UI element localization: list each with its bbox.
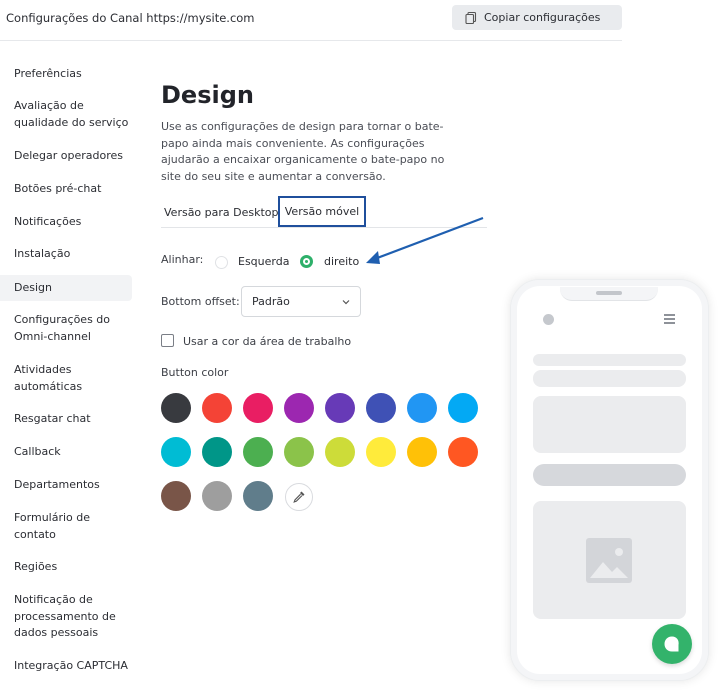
eyedropper-icon[interactable] [285, 483, 313, 511]
align-left-label[interactable]: Esquerda [238, 255, 289, 268]
color-swatch[interactable] [325, 393, 355, 423]
image-placeholder-icon [586, 538, 632, 583]
placeholder-line [533, 354, 686, 366]
color-swatch[interactable] [448, 393, 478, 423]
color-swatch[interactable] [161, 393, 191, 423]
channel-title: Configurações do Canal https://mysite.co… [6, 11, 255, 25]
align-label: Alinhar: [161, 253, 204, 266]
align-right-label[interactable]: direito [324, 255, 359, 268]
tab-mobile[interactable]: Versão móvel [278, 196, 366, 227]
color-swatch[interactable] [284, 437, 314, 467]
color-swatch[interactable] [202, 437, 232, 467]
sidebar-item-design[interactable]: Design [0, 275, 132, 301]
chat-launcher-button[interactable] [652, 624, 692, 664]
sidebar-item-departamentos[interactable]: Departamentos [0, 477, 132, 494]
sidebar-item-formulario-contato[interactable]: Formulário de contato [0, 510, 132, 543]
phone-speaker [596, 291, 622, 295]
color-swatch[interactable] [161, 481, 191, 511]
workspace-color-label[interactable]: Usar a cor da área de trabalho [183, 335, 351, 348]
hamburger-icon [664, 314, 675, 324]
color-swatch[interactable] [366, 393, 396, 423]
copy-settings-label: Copiar configurações [484, 11, 601, 24]
annotation-arrow [366, 216, 484, 264]
sidebar-item-integracao-captcha[interactable]: Integração CAPTCHA [0, 658, 132, 675]
placeholder-bar [533, 464, 686, 486]
color-swatch[interactable] [407, 437, 437, 467]
color-swatch[interactable] [202, 481, 232, 511]
color-swatch[interactable] [366, 437, 396, 467]
workspace-color-checkbox[interactable] [161, 334, 174, 347]
chat-bubble-icon [664, 636, 679, 652]
color-swatch[interactable] [243, 437, 273, 467]
bottom-offset-value: Padrão [252, 295, 290, 308]
sidebar-item-omni-channel[interactable]: Configurações do Omni-channel [0, 312, 132, 345]
placeholder-card [533, 396, 686, 453]
copy-icon [464, 11, 478, 25]
page-title: Design [161, 81, 254, 109]
page-description: Use as configurações de design para torn… [161, 120, 445, 183]
tab-desktop[interactable]: Versão para Desktop [164, 198, 279, 227]
sidebar-item-callback[interactable]: Callback [0, 444, 132, 461]
align-right-radio[interactable] [300, 255, 313, 268]
sidebar-item-regioes[interactable]: Regiões [0, 559, 132, 576]
color-swatch[interactable] [448, 437, 478, 467]
chevron-down-icon [342, 296, 350, 305]
color-swatch[interactable] [243, 481, 273, 511]
placeholder-avatar [543, 314, 554, 325]
copy-settings-button[interactable]: Copiar configurações [452, 5, 622, 30]
align-left-radio[interactable] [215, 256, 228, 269]
sidebar-item-botoes-pre-chat[interactable]: Botões pré-chat [0, 181, 132, 198]
sidebar-item-notificacao-dados-pessoais[interactable]: Notificação de processamento de dados pe… [0, 592, 132, 642]
bottom-offset-select[interactable]: Padrão [241, 286, 361, 317]
color-swatch[interactable] [161, 437, 191, 467]
sidebar-item-instalacao[interactable]: Instalação [0, 246, 132, 263]
sidebar-item-resgatar-chat[interactable]: Resgatar chat [0, 411, 132, 428]
sidebar-item-preferencias[interactable]: Preferências [0, 66, 132, 83]
color-swatch[interactable] [407, 393, 437, 423]
sidebar-item-notificacoes[interactable]: Notificações [0, 214, 132, 231]
bottom-offset-label: Bottom offset: [161, 295, 240, 308]
placeholder-line [533, 370, 686, 387]
color-swatch[interactable] [284, 393, 314, 423]
button-color-label: Button color [161, 366, 229, 379]
sidebar-item-atividades-automaticas[interactable]: Atividades automáticas [0, 362, 132, 395]
sidebar-item-delegar-operadores[interactable]: Delegar operadores [0, 148, 132, 165]
sidebar-item-avaliacao[interactable]: Avaliação de qualidade do serviço [0, 98, 132, 131]
top-bar: Configurações do Canal https://mysite.co… [0, 0, 622, 41]
color-swatch[interactable] [325, 437, 355, 467]
color-swatch[interactable] [202, 393, 232, 423]
color-swatch[interactable] [243, 393, 273, 423]
